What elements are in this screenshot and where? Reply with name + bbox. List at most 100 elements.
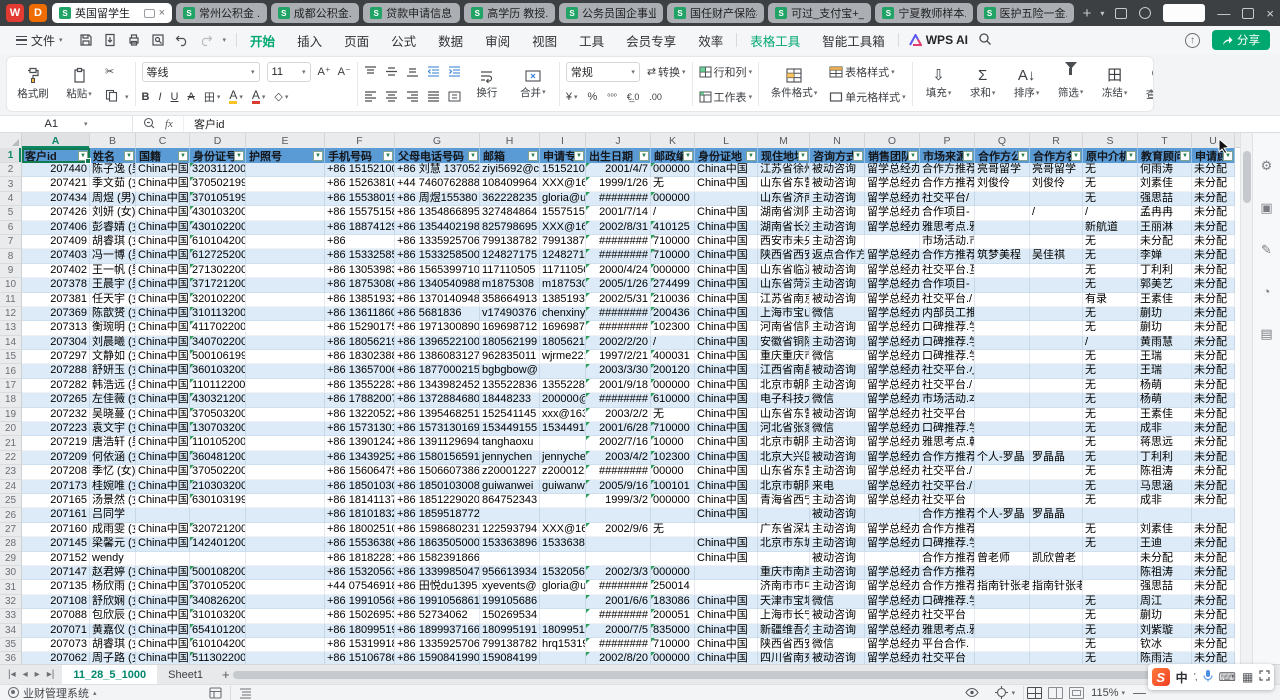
cell[interactable]: 强思喆 [1138, 580, 1192, 594]
cell[interactable] [975, 408, 1030, 422]
cell[interactable]: 370502199901260083 [190, 177, 246, 191]
cell[interactable]: 青海省西宁 [758, 494, 810, 508]
cell[interactable]: +86 15538019 [325, 192, 395, 206]
cell[interactable]: 710000 [651, 235, 695, 249]
cell[interactable]: 无 [1083, 494, 1138, 508]
cell[interactable]: jennychen [480, 451, 540, 465]
cell[interactable]: 320311200104077915 [190, 163, 246, 177]
cell[interactable]: 207173 [22, 480, 90, 494]
cell[interactable]: +86 13611860 [325, 307, 395, 321]
cell[interactable]: 钦冰 [1138, 638, 1192, 652]
cell[interactable] [246, 566, 325, 580]
cell[interactable] [975, 480, 1030, 494]
distributed-icon[interactable] [448, 91, 461, 102]
cell[interactable]: 王瑞 [1138, 350, 1192, 364]
cell[interactable]: China中国 [136, 652, 190, 664]
cell[interactable]: 四川省南充 [758, 652, 810, 664]
cell[interactable] [1030, 350, 1083, 364]
cell[interactable] [651, 552, 695, 566]
cell[interactable] [136, 552, 190, 566]
row-number-14[interactable]: 14 [0, 336, 22, 350]
cell[interactable] [246, 249, 325, 263]
cell[interactable]: 无 [651, 408, 695, 422]
cell[interactable]: 天津市宝坻 [758, 595, 810, 609]
cell[interactable]: 无 [1083, 379, 1138, 393]
cell[interactable] [1030, 293, 1083, 307]
cell[interactable]: 1999/3/2 [586, 494, 651, 508]
cell[interactable]: 130703200106280921 [190, 422, 246, 436]
cell[interactable]: 北京市朝阳 [758, 480, 810, 494]
cell[interactable]: 留学总经办 [865, 422, 920, 436]
cell[interactable] [975, 221, 1030, 235]
microphone-icon[interactable] [1203, 669, 1213, 685]
ime-panel-icon[interactable]: ▦ [1242, 671, 1253, 683]
cell[interactable]: 微信 [810, 638, 865, 652]
header-cell[interactable]: 父母电话号码▼ [395, 148, 480, 163]
cell[interactable]: China中国 [136, 595, 190, 609]
cell[interactable]: 山东省菏泽 [758, 278, 810, 292]
cell[interactable]: 320721200209060081 [190, 523, 246, 537]
cell[interactable] [975, 652, 1030, 664]
sync-status-icon[interactable] [144, 9, 155, 18]
cell[interactable]: 无 [1083, 350, 1138, 364]
cell[interactable] [695, 523, 758, 537]
cell[interactable]: 207219 [22, 436, 90, 450]
cell[interactable]: 郭美艺 [1138, 278, 1192, 292]
cell[interactable]: 市场活动.本 [920, 393, 975, 407]
cell[interactable]: XXX@163. [540, 177, 586, 191]
cell[interactable]: 被动咨询 [810, 364, 865, 378]
cell[interactable]: 合作方推荐 [920, 249, 975, 263]
cell[interactable]: China中国 [695, 494, 758, 508]
number-format-select[interactable]: 常规▾ [566, 62, 640, 82]
cell[interactable]: 留学总经办 [865, 379, 920, 393]
contextual-tab[interactable]: 表格工具 [739, 26, 811, 55]
cell[interactable]: 王瑞 [1138, 364, 1192, 378]
cell[interactable]: 口碑推荐.学 [920, 422, 975, 436]
filter-dropdown-icon[interactable]: ▼ [1071, 151, 1081, 161]
cell[interactable]: 2001/7/14 [586, 206, 651, 220]
cell[interactable]: 刘妍 (女) [90, 206, 136, 220]
cell[interactable]: 207421 [22, 177, 90, 191]
cell[interactable]: / [651, 336, 695, 350]
cell[interactable]: 重庆市南岸 [758, 566, 810, 580]
cell[interactable]: China中国 [136, 307, 190, 321]
column-letter-K[interactable]: K [651, 133, 695, 148]
cell[interactable]: 黄雨慧 [1138, 336, 1192, 350]
cell[interactable]: 合作方推荐 [920, 508, 975, 522]
cell[interactable] [1030, 278, 1083, 292]
row-number-1[interactable]: 1 [0, 148, 22, 163]
cell[interactable]: ######## [586, 249, 651, 263]
cell[interactable]: 370105200210270824 [190, 580, 246, 594]
row-number-7[interactable]: 7 [0, 235, 22, 249]
cell[interactable]: China中国 [136, 609, 190, 623]
cell[interactable]: 留学总经办 [865, 566, 920, 580]
cell[interactable] [246, 264, 325, 278]
cell[interactable]: 主动咨询 [810, 436, 865, 450]
cell[interactable] [975, 379, 1030, 393]
cell[interactable]: 主动咨询 [810, 235, 865, 249]
cell[interactable]: 主动咨询 [810, 278, 865, 292]
cell[interactable]: 丁利利 [1138, 451, 1192, 465]
wrap-text-button[interactable]: 换行 [467, 69, 507, 100]
cell[interactable] [246, 177, 325, 191]
header-cell[interactable]: 咨询方式▼ [810, 148, 865, 163]
cell[interactable]: 310113200211152925 [190, 307, 246, 321]
page-layout-view-button[interactable] [1069, 687, 1084, 699]
cell[interactable]: 留学总经办 [865, 364, 920, 378]
cell[interactable] [246, 494, 325, 508]
sidebar-icon[interactable]: ✎ [1261, 243, 1272, 256]
cell[interactable]: 衡琬明 (女 [90, 321, 136, 335]
cell[interactable]: 留学总经办 [865, 393, 920, 407]
cell[interactable]: 610104200212213421 [190, 235, 246, 249]
cell[interactable] [246, 580, 325, 594]
vertical-scrollbar-thumb[interactable] [1243, 151, 1251, 203]
cell[interactable]: 无 [1083, 192, 1138, 206]
cell[interactable] [975, 595, 1030, 609]
cell[interactable]: 未分配 [1192, 278, 1235, 292]
cell[interactable]: +86 1335925706 [395, 235, 480, 249]
ribbon-big-button[interactable]: A↓ 排序▾ [1007, 68, 1047, 100]
cell[interactable]: 2000/4/24 [586, 264, 651, 278]
cell[interactable]: 207369 [22, 307, 90, 321]
cell[interactable]: 口碑推荐.学 [920, 321, 975, 335]
sheet-nav-arrow[interactable]: |◂ [8, 669, 16, 680]
